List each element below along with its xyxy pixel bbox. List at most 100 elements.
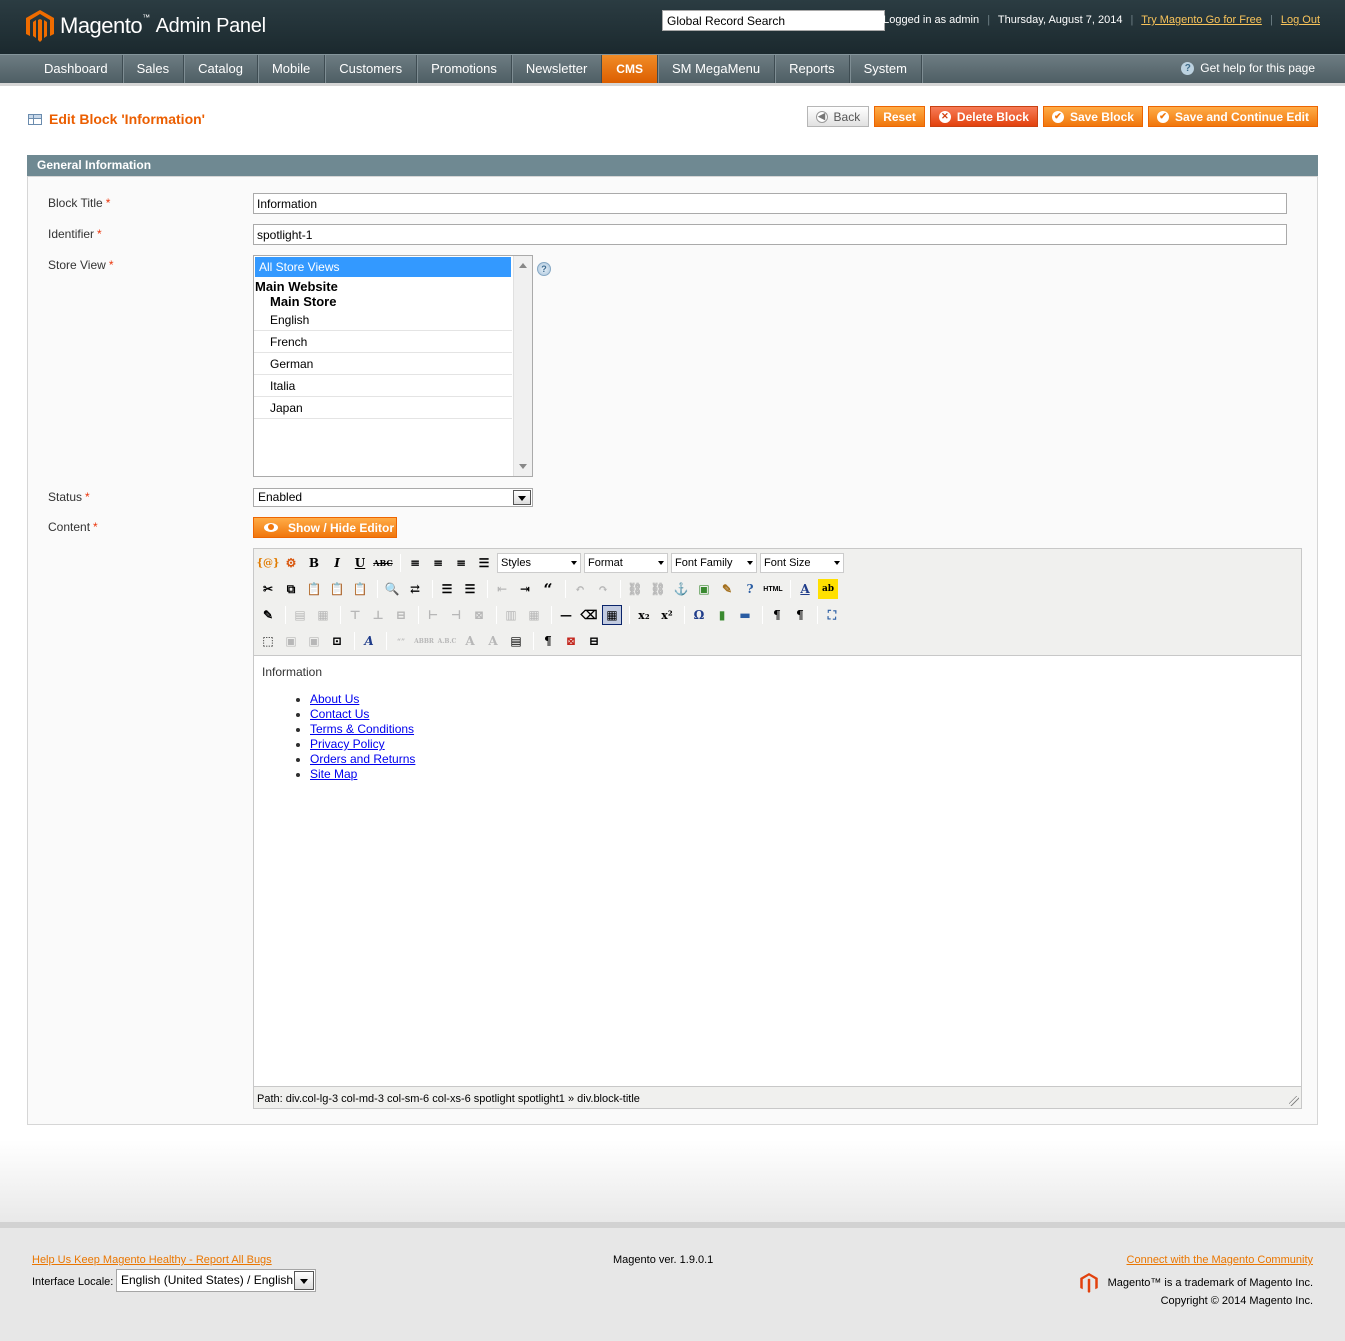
help-icon[interactable]: ? [740,579,760,599]
delete-col-icon[interactable]: ⊠ [469,605,489,625]
paste-icon[interactable]: 📋 [304,579,324,599]
reset-button[interactable]: Reset [874,106,925,127]
magento-logo[interactable]: Magento™ Admin Panel [26,10,266,42]
help-link[interactable]: ? Get help for this page [1181,61,1315,75]
outdent-icon[interactable]: ⇤ [492,579,512,599]
cite-icon[interactable]: “” [391,631,411,651]
undo-icon[interactable]: ↶ [570,579,590,599]
paste-text-icon[interactable]: 📋 [327,579,347,599]
identifier-input[interactable] [253,224,1287,245]
strikethrough-icon[interactable]: ABC [373,553,393,573]
link-orders-returns[interactable]: Orders and Returns [310,752,415,766]
attributes-icon[interactable]: ▤ [506,631,526,651]
split-cells-icon[interactable]: ▥ [501,605,521,625]
background-color-icon[interactable]: ab [818,579,838,599]
link-privacy-policy[interactable]: Privacy Policy [310,737,385,751]
dropdown-arrow-icon[interactable] [513,490,531,505]
nav-item-sales[interactable]: Sales [123,55,185,83]
cut-icon[interactable]: ✂ [258,579,278,599]
dropdown-arrow-icon[interactable] [294,1271,314,1290]
move-forward-icon[interactable]: ▣ [281,631,301,651]
nav-item-cms[interactable]: CMS [602,55,658,83]
insert-layer-icon[interactable]: ⬚ [258,631,278,651]
cleanup-icon[interactable]: ✎ [717,579,737,599]
store-option-japan[interactable]: Japan [254,397,512,419]
nav-item-newsletter[interactable]: Newsletter [512,55,603,83]
advanced-hr-icon[interactable]: ▬ [735,605,755,625]
nav-item-promotions[interactable]: Promotions [417,55,512,83]
anchor-icon[interactable]: ⚓ [671,579,691,599]
subscript-icon[interactable]: x₂ [634,605,654,625]
link-terms-conditions[interactable]: Terms & Conditions [310,722,414,736]
remove-format-icon[interactable]: ⌫ [579,605,599,625]
acronym-icon[interactable]: A.B.C [437,631,457,651]
store-option-french[interactable]: French [254,331,512,353]
link-contact-us[interactable]: Contact Us [310,707,369,721]
fullscreen-icon[interactable]: ⛶ [822,605,842,625]
logout-link[interactable]: Log Out [1281,14,1320,26]
abbr-icon[interactable]: ABBR [414,631,434,651]
nav-item-dashboard[interactable]: Dashboard [30,55,123,83]
format-select[interactable]: Format [584,553,668,573]
store-option-all[interactable]: All Store Views [255,257,511,277]
indent-icon[interactable]: ⇥ [515,579,535,599]
store-option-italia[interactable]: Italia [254,375,512,397]
scroll-down-icon[interactable] [519,464,527,469]
ltr-icon[interactable]: ¶ [767,605,787,625]
bold-icon[interactable]: B [304,553,324,573]
italic-icon[interactable]: I [327,553,347,573]
store-option-english[interactable]: English [254,309,512,331]
visual-aid-icon[interactable]: ▦ [602,605,622,625]
numbered-list-icon[interactable]: ☰ [460,579,480,599]
font-family-select[interactable]: Font Family [671,553,757,573]
back-button[interactable]: ◀ Back [806,106,870,127]
pagebreak-icon[interactable]: ⊟ [584,631,604,651]
redo-icon[interactable]: ↷ [593,579,613,599]
store-option-german[interactable]: German [254,353,512,375]
bullet-list-icon[interactable]: ☰ [437,579,457,599]
scroll-up-icon[interactable] [519,263,527,268]
delete-block-button[interactable]: ✕ Delete Block [929,106,1038,127]
global-search-input[interactable] [662,10,885,31]
try-magento-go-link[interactable]: Try Magento Go for Free [1141,14,1262,26]
link-site-map[interactable]: Site Map [310,767,357,781]
move-backward-icon[interactable]: ▣ [304,631,324,651]
interface-locale-select[interactable]: English (United States) / English [116,1269,316,1292]
insert-col-before-icon[interactable]: ⊢ [423,605,443,625]
superscript-icon[interactable]: x² [657,605,677,625]
insert-row-after-icon[interactable]: ⊥ [368,605,388,625]
report-bugs-link[interactable]: Help Us Keep Magento Healthy - Report Al… [32,1254,272,1266]
store-view-help-icon[interactable]: ? [537,262,551,276]
horizontal-rule-icon[interactable]: — [556,605,576,625]
delete-text-icon[interactable]: A [460,631,480,651]
block-title-input[interactable] [253,193,1287,214]
merge-cells-icon[interactable]: ▦ [524,605,544,625]
store-view-multiselect[interactable]: All Store Views Main Website Main Store … [253,255,533,477]
styles-select[interactable]: Styles [497,553,581,573]
font-size-select[interactable]: Font Size [760,553,844,573]
show-hide-editor-button[interactable]: Show / Hide Editor [253,517,397,538]
link-icon[interactable]: ⛓ [625,579,645,599]
community-link[interactable]: Connect with the Magento Community [1127,1254,1313,1266]
special-char-icon[interactable]: Ω [689,605,709,625]
insert-variable-icon[interactable]: {@} [257,553,280,573]
save-and-continue-button[interactable]: ✔ Save and Continue Edit [1147,106,1318,127]
align-justify-icon[interactable]: ☰ [474,553,494,573]
blockquote-icon[interactable]: “ [538,579,558,599]
delete-row-icon[interactable]: ⊟ [391,605,411,625]
insert-widget-icon[interactable]: ⚙ [281,553,301,573]
multiselect-scrollbar[interactable] [513,256,532,476]
find-icon[interactable]: 🔍 [382,579,402,599]
edit-css-icon[interactable]: ✎ [258,605,278,625]
nav-item-reports[interactable]: Reports [775,55,850,83]
visual-chars-icon[interactable]: ¶ [538,631,558,651]
editor-content-area[interactable]: Information About Us Contact Us Terms & … [254,655,1301,1087]
nav-item-mobile[interactable]: Mobile [258,55,326,83]
media-icon[interactable]: ▮ [712,605,732,625]
nav-item-system[interactable]: System [850,55,922,83]
nav-item-customers[interactable]: Customers [325,55,418,83]
unlink-icon[interactable]: ⛓ [648,579,668,599]
save-block-button[interactable]: ✔ Save Block [1042,106,1143,127]
replace-icon[interactable]: ⇄ [405,579,425,599]
nav-item-sm-megamenu[interactable]: SM MegaMenu [658,55,776,83]
